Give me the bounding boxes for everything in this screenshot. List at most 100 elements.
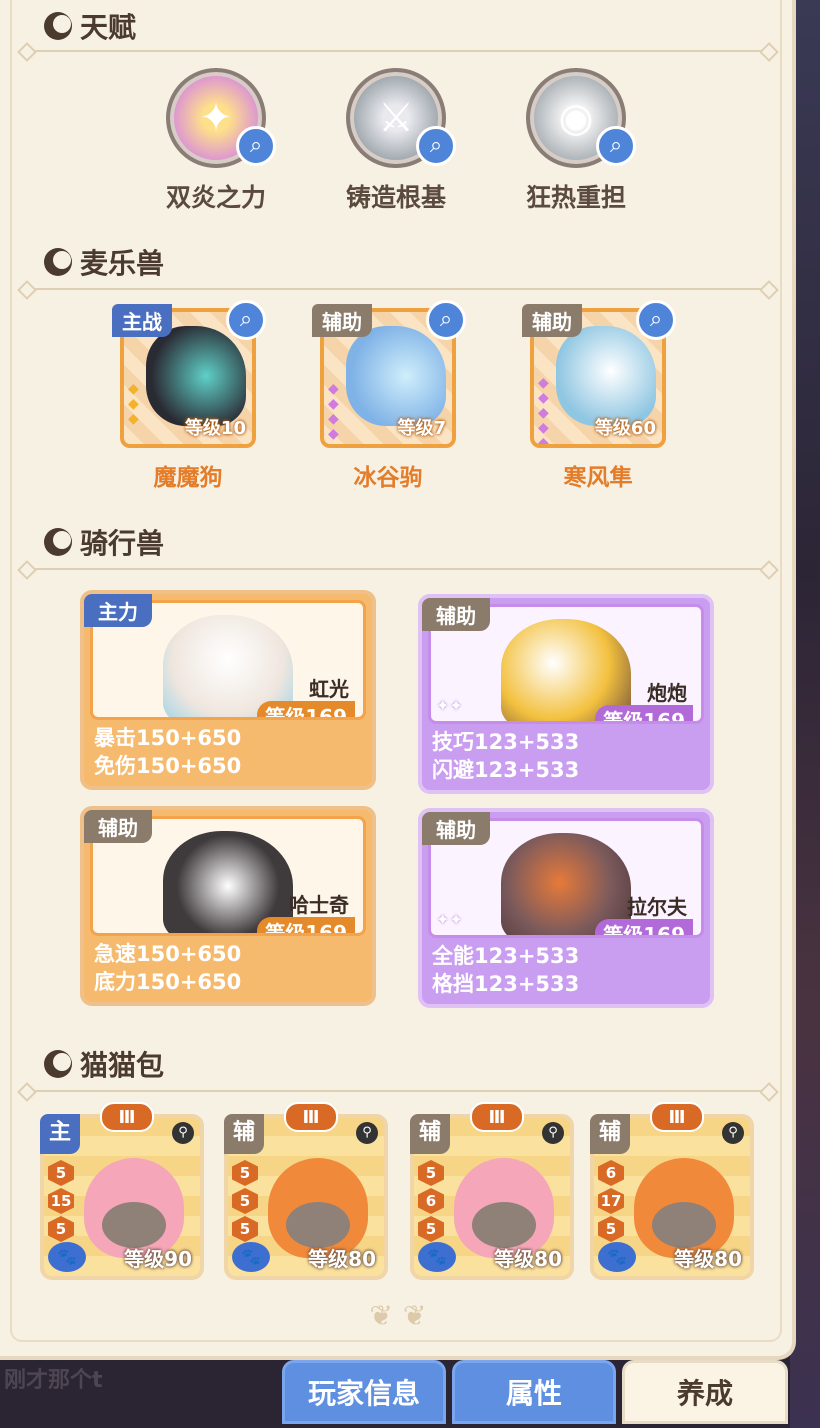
lock-icon[interactable]: ⚲ bbox=[356, 1122, 378, 1144]
bag-numbers: 6 17 5 bbox=[598, 1160, 624, 1244]
section-title-text: 麦乐兽 bbox=[80, 247, 165, 280]
search-icon[interactable]: ⌕ bbox=[416, 126, 456, 166]
pet-card[interactable]: ◆ ◆ ◆ ◆ ◆ 等级60 辅助 ⌕ 寒风隼 bbox=[522, 300, 676, 492]
search-icon[interactable]: ⌕ bbox=[236, 126, 276, 166]
mount-name: 炮炮 bbox=[647, 681, 687, 705]
grade-badge: Ⅲ bbox=[470, 1102, 524, 1132]
bag-numbers: 5 15 5 bbox=[48, 1160, 74, 1244]
bag-role-tag: 辅 bbox=[590, 1114, 630, 1154]
mount-stat: 暴击150+650 bbox=[94, 726, 242, 750]
pet-role-tag: 主战 bbox=[112, 304, 172, 337]
mount-role-tag: 辅助 bbox=[422, 812, 490, 845]
search-icon[interactable]: ⌕ bbox=[596, 126, 636, 166]
section-title-text: 骑行兽 bbox=[80, 527, 165, 560]
search-icon[interactable]: ⌕ bbox=[226, 300, 266, 340]
bag-number: 5 bbox=[232, 1216, 258, 1242]
mount-stat: 免伤150+650 bbox=[94, 754, 242, 778]
section-divider bbox=[26, 568, 770, 570]
bag-numbers: 5 6 5 bbox=[418, 1160, 444, 1244]
section-title-mounts: 骑行兽 bbox=[44, 522, 164, 562]
talent-item[interactable]: ◉ ⌕ 狂热重担 bbox=[506, 68, 646, 214]
mount-card[interactable]: 虹光 等级169 主力 暴击150+650 免伤150+650 bbox=[80, 590, 376, 790]
cat-bag-card[interactable]: Ⅲ 辅 ⚲ 5 5 5 🐾 等级80 bbox=[224, 1102, 388, 1280]
mount-name: 拉尔夫 bbox=[627, 895, 687, 919]
pet-name: 魔魔狗 bbox=[153, 465, 223, 491]
bag-role-tag: 辅 bbox=[224, 1114, 264, 1154]
talent-item[interactable]: ✦ ⌕ 双炎之力 bbox=[146, 68, 286, 214]
moon-icon bbox=[44, 528, 72, 556]
mount-card[interactable]: 拉尔夫 等级169 ✦✦ 辅助 全能123+533 格挡123+533 bbox=[418, 808, 714, 1008]
search-icon[interactable]: ⌕ bbox=[426, 300, 466, 340]
mount-role-tag: 辅助 bbox=[84, 810, 152, 843]
bag-number: 5 bbox=[232, 1160, 258, 1186]
section-divider bbox=[26, 50, 770, 52]
bag-number: 6 bbox=[418, 1188, 444, 1214]
section-divider bbox=[26, 1090, 770, 1092]
paw-icon: 🐾 bbox=[48, 1242, 86, 1272]
bag-level: 等级80 bbox=[494, 1247, 562, 1271]
moon-icon bbox=[44, 248, 72, 276]
bag-role-tag: 主 bbox=[40, 1114, 80, 1154]
pet-stars: ◆ ◆ ◆ ◆ ◆ bbox=[538, 375, 549, 448]
mount-level: 等级169 bbox=[257, 701, 355, 717]
lock-icon[interactable]: ⚲ bbox=[172, 1122, 194, 1144]
mount-stat: 闪避123+533 bbox=[432, 758, 580, 782]
bag-number: 17 bbox=[598, 1188, 624, 1214]
moon-icon bbox=[44, 1050, 72, 1078]
lock-icon[interactable]: ⚲ bbox=[722, 1122, 744, 1144]
paw-icon: 🐾 bbox=[418, 1242, 456, 1272]
pet-art bbox=[556, 326, 656, 426]
pet-stars: ◆ ◆ ◆ ◆ bbox=[328, 381, 339, 442]
mount-stat: 格挡123+533 bbox=[432, 972, 580, 996]
bag-number: 6 bbox=[598, 1160, 624, 1186]
bag-number: 15 bbox=[48, 1188, 74, 1214]
paw-icon: 🐾 bbox=[232, 1242, 270, 1272]
pet-name: 寒风隼 bbox=[563, 465, 633, 491]
cat-bag-card[interactable]: Ⅲ 辅 ⚲ 6 17 5 🐾 等级80 bbox=[590, 1102, 754, 1280]
bag-number: 5 bbox=[48, 1216, 74, 1242]
chat-message: 刚才那个t bbox=[4, 1368, 103, 1393]
mount-stars: ✦✦ bbox=[436, 696, 463, 715]
bag-number: 5 bbox=[48, 1160, 74, 1186]
lock-icon[interactable]: ⚲ bbox=[542, 1122, 564, 1144]
section-title-bags: 猫猫包 bbox=[44, 1044, 164, 1084]
mount-stars: ✦✦ bbox=[436, 910, 463, 929]
mount-card[interactable]: 哈士奇 等级169 辅助 急速150+650 底力150+650 bbox=[80, 806, 376, 1006]
mount-card[interactable]: 炮炮 等级169 ✦✦ 辅助 技巧123+533 闪避123+533 bbox=[418, 594, 714, 794]
pet-level: 等级10 bbox=[184, 418, 246, 439]
mount-stat: 底力150+650 bbox=[94, 970, 242, 994]
section-title-text: 猫猫包 bbox=[80, 1049, 165, 1082]
grade-badge: Ⅲ bbox=[650, 1102, 704, 1132]
section-title-talent: 天赋 bbox=[44, 6, 136, 46]
cat-bag-card[interactable]: Ⅲ 主 ⚲ 5 15 5 🐾 等级90 bbox=[40, 1102, 204, 1280]
section-divider bbox=[26, 288, 770, 290]
bag-role-tag: 辅 bbox=[410, 1114, 450, 1154]
tab-player-info[interactable]: 玩家信息 bbox=[282, 1360, 446, 1424]
mount-name: 哈士奇 bbox=[289, 893, 349, 917]
cat-bag-card[interactable]: Ⅲ 辅 ⚲ 5 6 5 🐾 等级80 bbox=[410, 1102, 574, 1280]
tab-attributes[interactable]: 属性 bbox=[452, 1360, 616, 1424]
pet-stars: ◆ ◆ ◆ bbox=[128, 381, 139, 427]
search-icon[interactable]: ⌕ bbox=[636, 300, 676, 340]
grade-badge: Ⅲ bbox=[100, 1102, 154, 1132]
mount-stats: 急速150+650 底力150+650 bbox=[94, 940, 241, 996]
mount-level: 等级169 bbox=[595, 705, 693, 721]
bag-level: 等级90 bbox=[124, 1247, 192, 1271]
talent-item[interactable]: ⚔ ⌕ 铸造根基 bbox=[326, 68, 466, 214]
mount-stat: 全能123+533 bbox=[432, 944, 580, 968]
section-title-text: 天赋 bbox=[80, 11, 137, 44]
mount-stats: 全能123+533 格挡123+533 bbox=[432, 942, 579, 998]
pet-card[interactable]: ◆ ◆ ◆ ◆ 等级7 辅助 ⌕ 冰谷驹 bbox=[312, 300, 466, 492]
mount-level: 等级169 bbox=[595, 919, 693, 935]
tab-development[interactable]: 养成 bbox=[622, 1360, 788, 1424]
mount-stats: 暴击150+650 免伤150+650 bbox=[94, 724, 241, 780]
pet-level: 等级7 bbox=[397, 418, 446, 439]
mount-stat: 急速150+650 bbox=[94, 942, 242, 966]
pet-level: 等级60 bbox=[594, 418, 656, 439]
pet-card[interactable]: ◆ ◆ ◆ 等级10 主战 ⌕ 魔魔狗 bbox=[112, 300, 266, 492]
pet-role-tag: 辅助 bbox=[312, 304, 372, 337]
pet-art bbox=[346, 326, 446, 426]
talent-label: 铸造根基 bbox=[345, 183, 446, 212]
mount-role-tag: 辅助 bbox=[422, 598, 490, 631]
mount-stat: 技巧123+533 bbox=[432, 730, 580, 754]
